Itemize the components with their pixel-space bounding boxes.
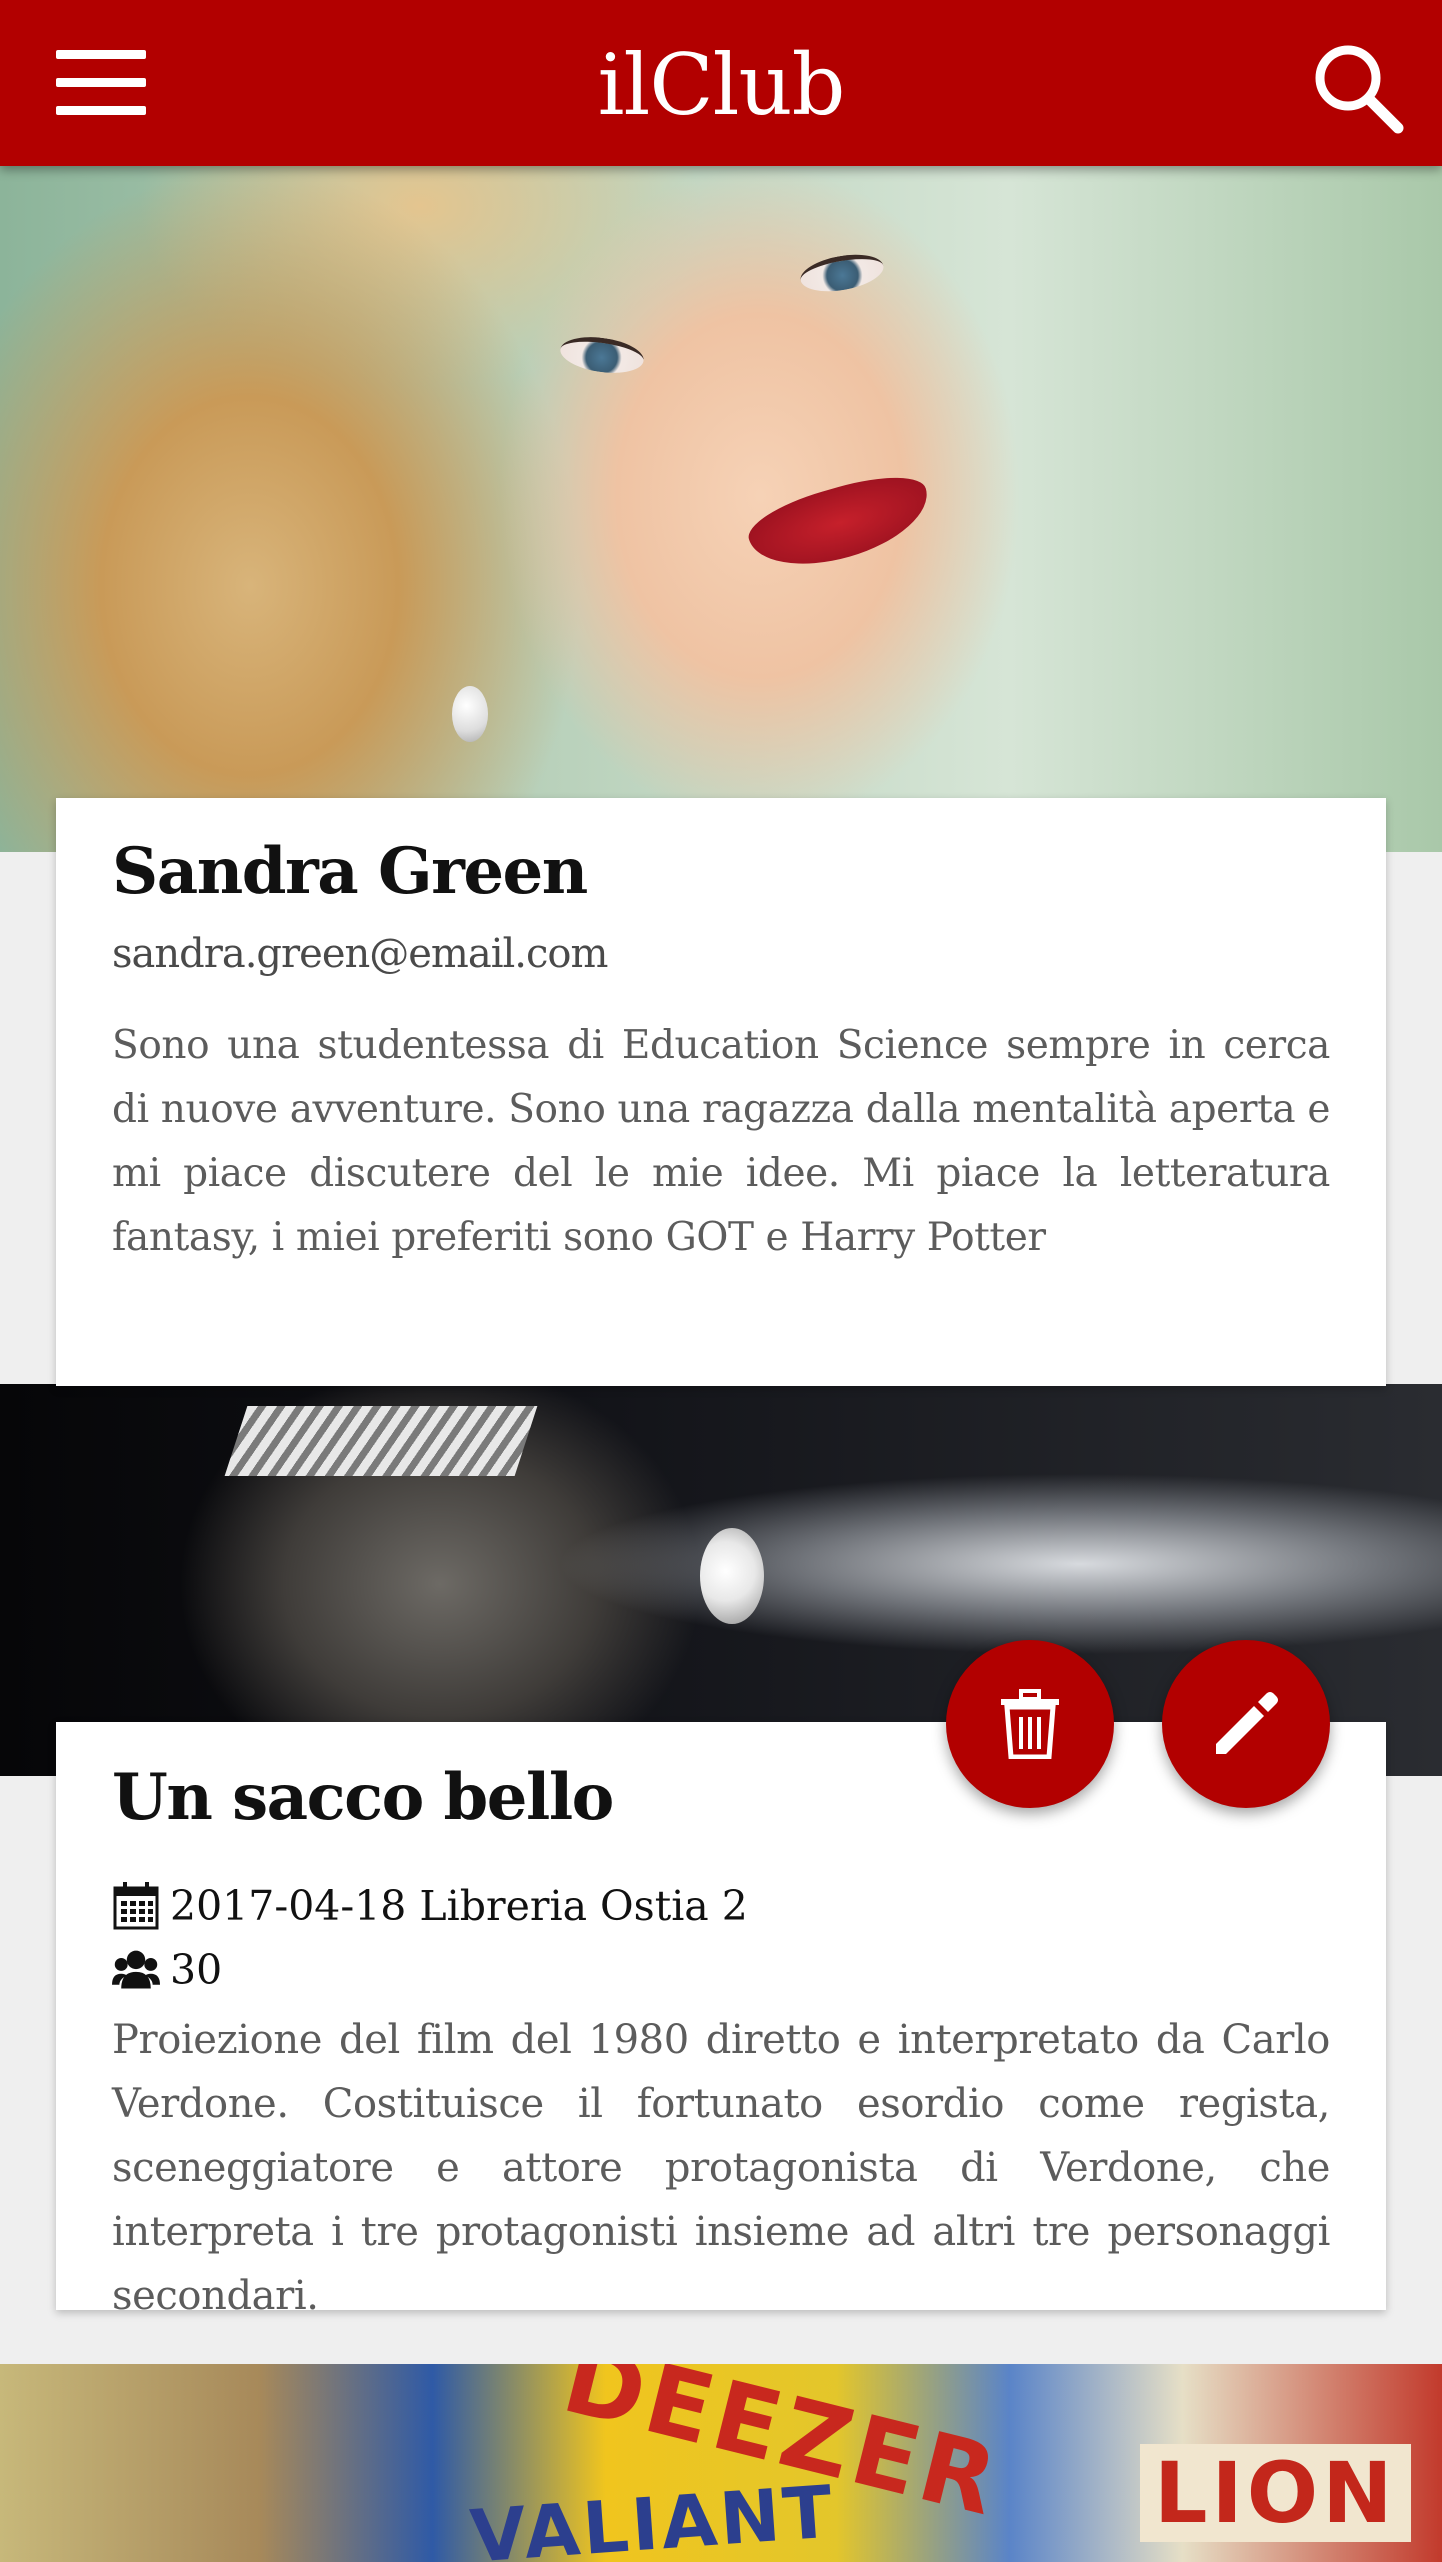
event-participants-row: 30 (112, 1938, 1330, 2002)
event-card[interactable]: Un sacco bello 2017-04-18 Libreria Ostia… (56, 1722, 1386, 2319)
profile-card: Sandra Green sandra.green@email.com Sono… (56, 798, 1386, 1386)
event-title: Un sacco bello (112, 1760, 614, 1835)
event-date-place: 2017-04-18 Libreria Ostia 2 (170, 1882, 748, 1930)
app-title: ilClub (597, 36, 846, 134)
users-icon (112, 1950, 160, 1989)
profile-bio: Sono una studentessa di Education Scienc… (112, 1023, 1330, 1260)
search-icon[interactable] (1310, 40, 1406, 136)
event-date-row: 2017-04-18 Libreria Ostia 2 (112, 1874, 1330, 1938)
edit-event-button[interactable] (1162, 1640, 1330, 1808)
calendar-icon (113, 1882, 159, 1930)
pencil-icon (1216, 1692, 1278, 1754)
app-bar: ilClub (0, 0, 1442, 166)
event-participants-count: 30 (170, 1946, 223, 1994)
event-description: Proiezione del film del 1980 diretto e i… (112, 2017, 1330, 2319)
profile-name: Sandra Green (112, 834, 588, 909)
next-event-cover-photo[interactable]: DEEZER VALIANT LION (0, 2364, 1442, 2562)
profile-cover-photo (0, 166, 1442, 852)
profile-email: sandra.green@email.com (112, 931, 608, 977)
trash-icon (1001, 1689, 1059, 1759)
delete-event-button[interactable] (946, 1640, 1114, 1808)
